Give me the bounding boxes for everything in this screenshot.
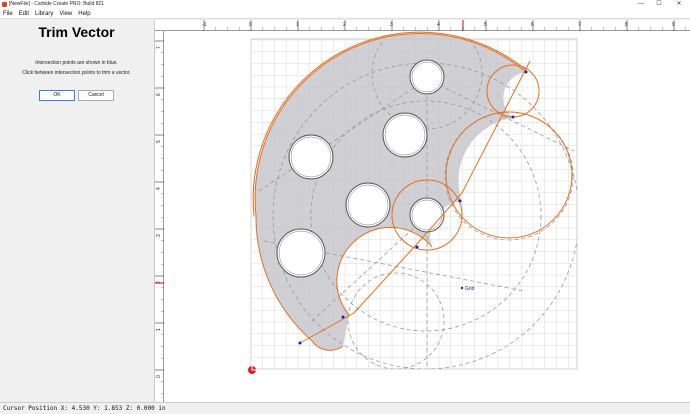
ruler-label-x: 3 bbox=[390, 22, 393, 28]
ruler-label-y: 0 bbox=[156, 375, 162, 378]
ruler-label-y: 6 bbox=[156, 93, 162, 96]
ruler-label-y: 5 bbox=[156, 140, 162, 143]
ok-button[interactable]: OK bbox=[39, 90, 75, 101]
ruler-label-x: 0 bbox=[249, 22, 252, 28]
origin-icon[interactable] bbox=[248, 366, 256, 374]
app-icon bbox=[2, 2, 7, 7]
menu-help[interactable]: Help bbox=[75, 9, 93, 19]
menu-bar: File Edit Library View Help bbox=[0, 9, 690, 19]
ruler-label-x: 2 bbox=[343, 22, 346, 28]
ruler-label-y: 4 bbox=[156, 187, 162, 190]
ruler-label-x: 9 bbox=[672, 22, 675, 28]
close-button[interactable]: ✕ bbox=[672, 0, 686, 9]
instruction-line-2: Click between intersection points to tri… bbox=[22, 70, 131, 76]
status-bar: Cursor Position X: 4.530 Y: 1.853 Z: 0.0… bbox=[0, 402, 690, 414]
ruler-label-x: 1 bbox=[296, 22, 299, 28]
ruler-label-x: -1 bbox=[202, 22, 207, 28]
menu-edit[interactable]: Edit bbox=[16, 9, 32, 19]
panel-title: Trim Vector bbox=[38, 24, 115, 40]
pocket-circle[interactable] bbox=[409, 197, 445, 233]
maximize-button[interactable]: ☐ bbox=[652, 0, 666, 9]
horizontal-ruler[interactable]: -1 0 1 2 3 4 5 6 7 8 9 bbox=[155, 20, 690, 31]
ruler-label-x: 4 bbox=[437, 22, 440, 28]
ruler-label-x: 7 bbox=[578, 22, 581, 28]
pocket-circle[interactable] bbox=[409, 59, 445, 95]
ruler-label-y: 1 bbox=[156, 328, 162, 331]
menu-view[interactable]: View bbox=[56, 9, 75, 19]
vertical-ruler-ticks: 76543210 bbox=[155, 40, 164, 394]
app-window: [NewFile] - Carbide Create PRO: Build 82… bbox=[0, 0, 690, 414]
pocket-circle[interactable] bbox=[345, 182, 391, 228]
grid-anchor-point bbox=[460, 286, 464, 290]
ruler-label-y: 7 bbox=[156, 46, 162, 49]
title-bar: [NewFile] - Carbide Create PRO: Build 82… bbox=[0, 0, 690, 9]
design-canvas[interactable]: Grid bbox=[164, 31, 690, 402]
window-title: [NewFile] - Carbide Create PRO: Build 82… bbox=[9, 1, 105, 7]
cancel-button[interactable]: Cancel bbox=[78, 90, 114, 101]
ruler-label-x: 8 bbox=[625, 22, 628, 28]
canvas-drawing: Grid bbox=[248, 31, 578, 374]
horizontal-ruler-ticks: -1 0 1 2 3 4 5 6 7 8 9 bbox=[202, 20, 686, 31]
menu-file[interactable]: File bbox=[0, 9, 16, 19]
menu-library[interactable]: Library bbox=[32, 9, 56, 19]
ruler-label-x: 5 bbox=[484, 22, 487, 28]
ruler-label-y: 3 bbox=[156, 234, 162, 237]
grid-label: Grid bbox=[465, 286, 475, 292]
ruler-label-x: 6 bbox=[531, 22, 534, 28]
pocket-circle[interactable] bbox=[276, 228, 326, 278]
vertical-ruler[interactable]: 76543210 bbox=[155, 31, 164, 402]
instruction-line-1: Intersection points are shown in blue. bbox=[35, 60, 118, 66]
minimize-button[interactable]: — bbox=[634, 0, 648, 9]
pocket-circle[interactable] bbox=[288, 134, 334, 180]
trim-vector-panel: Trim Vector Intersection points are show… bbox=[0, 20, 155, 402]
pocket-circle[interactable] bbox=[382, 112, 428, 158]
